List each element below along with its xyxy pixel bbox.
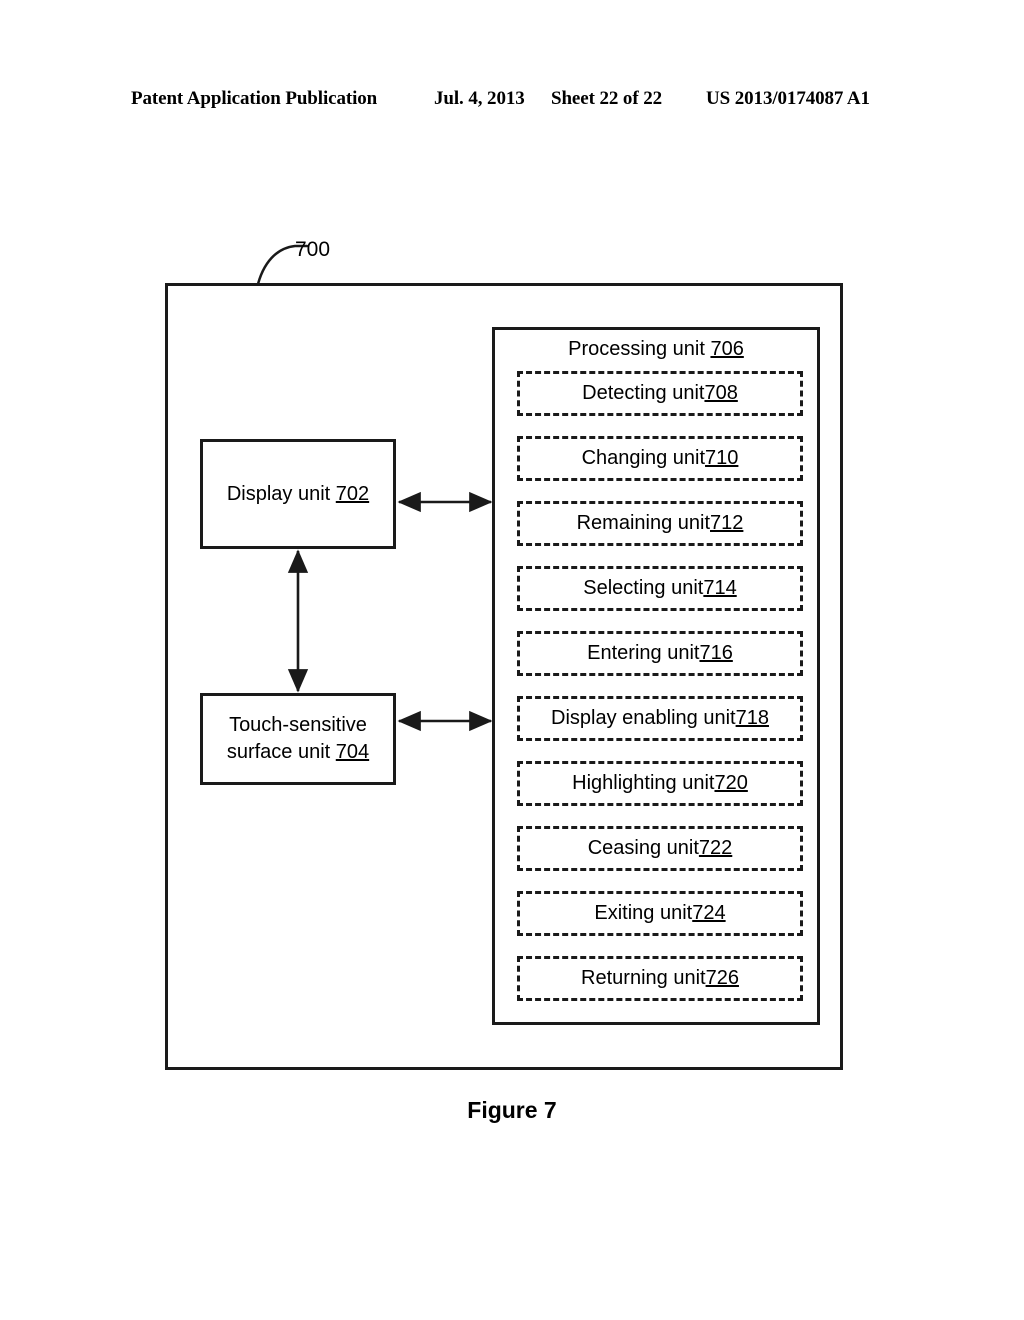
processing-unit-title: Processing unit 706	[568, 338, 744, 360]
sub-unit-refnum: 716	[699, 642, 733, 664]
sub-unit-refnum: 720	[714, 772, 748, 794]
processing-sub-unit-726: Returning unit 726	[517, 956, 803, 1001]
sub-unit-label: Changing unit	[581, 447, 706, 469]
sub-unit-refnum: 722	[698, 837, 733, 859]
processing-sub-unit-712: Remaining unit 712	[517, 501, 803, 546]
display-unit-box: Display unit 702	[200, 439, 396, 549]
processing-sub-unit-710: Changing unit 710	[517, 436, 803, 481]
sub-unit-label: Display enabling unit	[551, 707, 736, 729]
processing-unit-box: Processing unit 706 Detecting unit 708 Ch…	[492, 327, 820, 1025]
sub-unit-label: Remaining unit	[576, 512, 711, 534]
processing-unit-refnum: 706	[710, 338, 744, 360]
figure-caption: Figure 7	[467, 1097, 557, 1123]
patent-figure-7: 700 Display unit 702 Touch-sensitive sur…	[0, 0, 1024, 1320]
sub-unit-refnum: 724	[692, 902, 726, 924]
processing-sub-unit-720: Highlighting unit 720	[517, 761, 803, 806]
processing-sub-unit-714: Selecting unit 714	[517, 566, 803, 611]
processing-sub-unit-list: Detecting unit 708 Changing unit 710 Remai…	[517, 371, 803, 1001]
sub-unit-label: Ceasing unit	[587, 837, 699, 859]
sub-unit-label: Selecting unit	[583, 577, 704, 599]
sub-unit-refnum: 726	[705, 967, 739, 989]
sub-unit-refnum: 714	[703, 577, 737, 599]
sub-unit-refnum: 718	[735, 707, 769, 729]
sub-unit-label: Highlighting unit	[572, 772, 715, 794]
sub-unit-label: Detecting unit	[582, 382, 705, 404]
processing-sub-unit-708: Detecting unit 708	[517, 371, 803, 416]
display-unit-label: Display unit 702	[226, 482, 370, 505]
sub-unit-label: Entering unit	[587, 642, 700, 664]
sub-unit-refnum: 710	[705, 447, 739, 469]
touch-surface-unit-refnum: 704	[335, 741, 370, 763]
touch-surface-unit-label: Touch-sensitive surface unit 704	[226, 714, 370, 763]
touch-sensitive-surface-unit-box: Touch-sensitive surface unit 704	[200, 693, 396, 785]
processing-sub-unit-718: Display enabling unit 718	[517, 696, 803, 741]
sub-unit-label: Exiting unit	[594, 902, 693, 924]
processing-sub-unit-716: Entering unit 716	[517, 631, 803, 676]
processing-sub-unit-722: Ceasing unit 722	[517, 826, 803, 871]
sub-unit-refnum: 712	[710, 512, 744, 534]
processing-sub-unit-724: Exiting unit 724	[517, 891, 803, 936]
sub-unit-refnum: 708	[704, 382, 738, 404]
sub-unit-label: Returning unit	[581, 967, 706, 989]
system-reference-label: 700	[295, 238, 331, 261]
display-unit-refnum: 702	[335, 482, 370, 505]
